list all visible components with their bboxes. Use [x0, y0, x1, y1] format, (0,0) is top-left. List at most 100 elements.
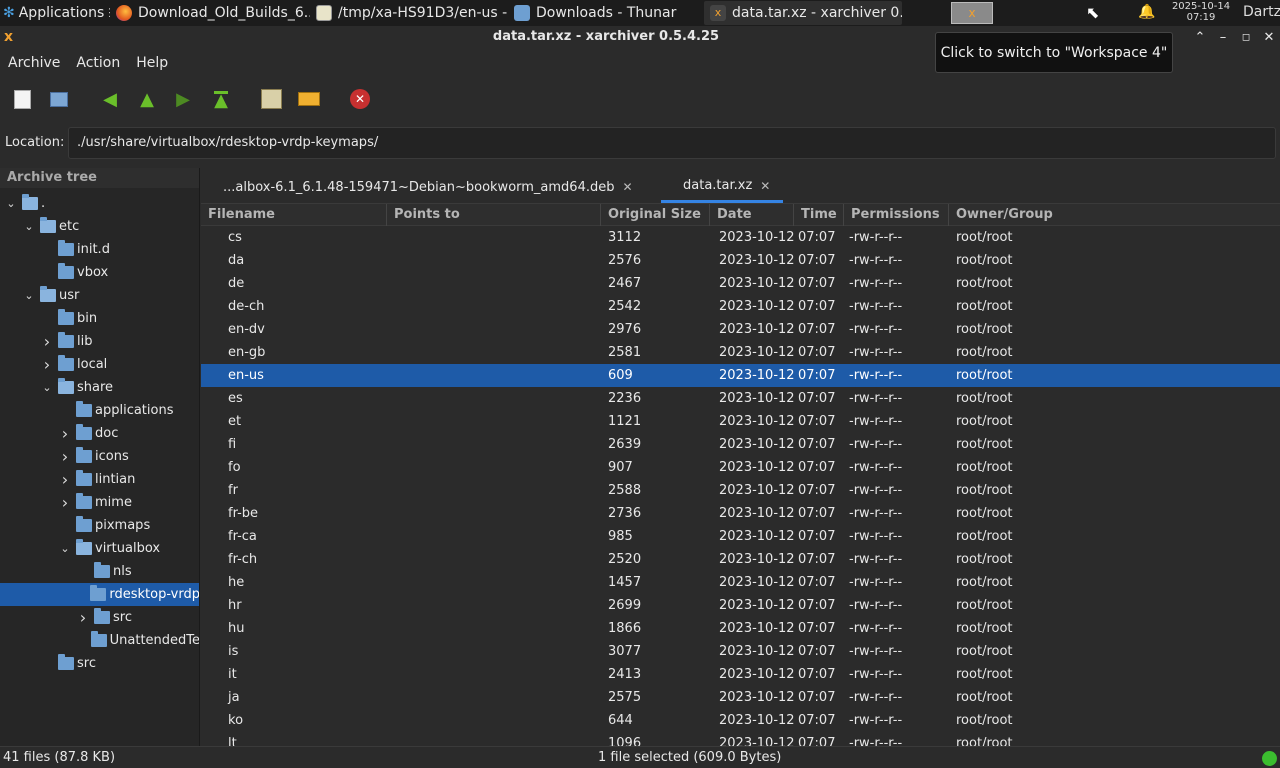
table-row[interactable]: hu 1866 2023-10-12 07:07 -rw-r--r-- root/root: [201, 617, 1280, 640]
cell-permissions: -rw-r--r--: [849, 644, 903, 659]
chevron-down-icon[interactable]: ⌄: [58, 542, 72, 555]
chevron-right-icon[interactable]: ›: [58, 470, 72, 489]
cell-filename: es: [228, 391, 243, 406]
tree-node[interactable]: › src: [0, 606, 199, 629]
table-row[interactable]: fr-ch 2520 2023-10-12 07:07 -rw-r--r-- root/r…: [201, 548, 1280, 571]
task-thunar[interactable]: Downloads - Thunar: [508, 1, 704, 25]
add-files-button[interactable]: [259, 88, 283, 110]
chevron-down-icon[interactable]: ⌄: [40, 381, 54, 394]
open-archive-button[interactable]: [47, 88, 71, 110]
col-points-to[interactable]: Points to: [387, 204, 601, 226]
chevron-right-icon[interactable]: ›: [58, 424, 72, 443]
task-xarchiver[interactable]: x data.tar.xz - xarchiver 0...: [704, 1, 902, 25]
notification-bell-icon[interactable]: 🔔: [1138, 4, 1155, 20]
chevron-right-icon[interactable]: ›: [76, 608, 90, 627]
menu-archive[interactable]: Archive: [0, 55, 68, 71]
table-row[interactable]: cs 3112 2023-10-12 07:07 -rw-r--r-- root/root: [201, 226, 1280, 249]
tree-node[interactable]: ⌄ usr: [0, 284, 199, 307]
task-text-editor[interactable]: /tmp/xa-HS91D3/en-us -...: [310, 1, 508, 25]
tree-node[interactable]: nls: [0, 560, 199, 583]
tree-node[interactable]: › lintian: [0, 468, 199, 491]
tree-node[interactable]: ⌄ share: [0, 376, 199, 399]
table-row[interactable]: en-gb 2581 2023-10-12 07:07 -rw-r--r-- root/r…: [201, 341, 1280, 364]
extract-button[interactable]: [297, 88, 321, 110]
col-date[interactable]: Date: [710, 204, 794, 226]
table-row[interactable]: de 2467 2023-10-12 07:07 -rw-r--r-- root/root: [201, 272, 1280, 295]
table-row[interactable]: ja 2575 2023-10-12 07:07 -rw-r--r-- root/root: [201, 686, 1280, 709]
tree-node[interactable]: bin: [0, 307, 199, 330]
tree-node[interactable]: ⌄ etc: [0, 215, 199, 238]
col-owner-group[interactable]: Owner/Group: [949, 204, 1280, 226]
tree-node[interactable]: src: [0, 652, 199, 675]
tree-node[interactable]: › icons: [0, 445, 199, 468]
cell-owner-group: root/root: [956, 575, 1013, 590]
chevron-down-icon[interactable]: ⌄: [4, 197, 18, 210]
col-filename[interactable]: Filename: [201, 204, 387, 226]
location-field[interactable]: ./usr/share/virtualbox/rdesktop-vrdp-key…: [68, 127, 1276, 159]
applications-menu[interactable]: ✻ Applications ☰: [0, 0, 110, 26]
clock[interactable]: 2025-10-14 07:19: [1168, 1, 1234, 23]
table-row[interactable]: da 2576 2023-10-12 07:07 -rw-r--r-- root/root: [201, 249, 1280, 272]
close-window-icon[interactable]: ✕: [1260, 29, 1278, 47]
tree-node-label: usr: [59, 288, 80, 303]
col-permissions[interactable]: Permissions: [844, 204, 949, 226]
table-row[interactable]: fr-ca 985 2023-10-12 07:07 -rw-r--r-- root/ro…: [201, 525, 1280, 548]
table-row[interactable]: de-ch 2542 2023-10-12 07:07 -rw-r--r-- root/r…: [201, 295, 1280, 318]
tree-node[interactable]: › mime: [0, 491, 199, 514]
chevron-right-icon[interactable]: ›: [40, 332, 54, 351]
tab-data-tar-xz[interactable]: data.tar.xz ✕: [661, 171, 783, 203]
new-archive-button[interactable]: [10, 88, 34, 110]
table-row[interactable]: fr-be 2736 2023-10-12 07:07 -rw-r--r-- root/r…: [201, 502, 1280, 525]
tree-node[interactable]: › doc: [0, 422, 199, 445]
table-row[interactable]: es 2236 2023-10-12 07:07 -rw-r--r-- root/root: [201, 387, 1280, 410]
table-row[interactable]: en-us 609 2023-10-12 07:07 -rw-r--r-- root/ro…: [201, 364, 1280, 387]
chevron-down-icon[interactable]: ⌄: [22, 220, 36, 233]
tab-deb-archive[interactable]: ...albox-6.1_6.1.48-159471~Debian~bookwo…: [201, 171, 661, 203]
workspace-4-button[interactable]: x: [951, 2, 993, 24]
table-row[interactable]: lt 1096 2023-10-12 07:07 -rw-r--r-- root/root: [201, 732, 1280, 746]
menu-help[interactable]: Help: [128, 55, 176, 71]
menu-action[interactable]: Action: [68, 55, 128, 71]
home-button[interactable]: ▲: [209, 88, 233, 110]
col-time[interactable]: Time: [794, 204, 844, 226]
tree-node[interactable]: applications: [0, 399, 199, 422]
tree-node[interactable]: rdesktop-vrdp: [0, 583, 199, 606]
table-row[interactable]: is 3077 2023-10-12 07:07 -rw-r--r-- root/root: [201, 640, 1280, 663]
chevron-down-icon[interactable]: ⌄: [22, 289, 36, 302]
forward-button[interactable]: ▶: [171, 88, 195, 110]
task-firefox[interactable]: Download_Old_Builds_6...: [110, 1, 310, 25]
chevron-right-icon[interactable]: ›: [58, 493, 72, 512]
collapse-icon[interactable]: ⌃: [1191, 29, 1209, 47]
table-row[interactable]: ko 644 2023-10-12 07:07 -rw-r--r-- root/root: [201, 709, 1280, 732]
up-button[interactable]: ▲: [135, 88, 159, 110]
maximize-icon[interactable]: ◻: [1237, 29, 1255, 47]
table-row[interactable]: hr 2699 2023-10-12 07:07 -rw-r--r-- root/root: [201, 594, 1280, 617]
tree-node[interactable]: › local: [0, 353, 199, 376]
chevron-right-icon[interactable]: ›: [58, 447, 72, 466]
table-row[interactable]: fr 2588 2023-10-12 07:07 -rw-r--r-- root/root: [201, 479, 1280, 502]
tree-node[interactable]: pixmaps: [0, 514, 199, 537]
table-row[interactable]: it 2413 2023-10-12 07:07 -rw-r--r-- root/root: [201, 663, 1280, 686]
table-row[interactable]: en-dv 2976 2023-10-12 07:07 -rw-r--r-- root/r…: [201, 318, 1280, 341]
minimize-icon[interactable]: –: [1214, 29, 1232, 47]
back-button[interactable]: ◀: [98, 88, 122, 110]
cell-time: 07:07: [798, 414, 836, 429]
close-tab-icon[interactable]: ✕: [760, 179, 770, 193]
chevron-right-icon[interactable]: ›: [40, 355, 54, 374]
table-row[interactable]: et 1121 2023-10-12 07:07 -rw-r--r-- root/root: [201, 410, 1280, 433]
table-row[interactable]: fi 2639 2023-10-12 07:07 -rw-r--r-- root/root: [201, 433, 1280, 456]
table-row[interactable]: fo 907 2023-10-12 07:07 -rw-r--r-- root/root: [201, 456, 1280, 479]
tree-node[interactable]: ⌄ virtualbox: [0, 537, 199, 560]
tree-node[interactable]: ⌄.: [0, 192, 199, 215]
col-original-size[interactable]: Original Size: [601, 204, 710, 226]
close-tab-icon[interactable]: ✕: [622, 180, 632, 194]
tree-node[interactable]: init.d: [0, 238, 199, 261]
tree-node[interactable]: › lib: [0, 330, 199, 353]
tree-node[interactable]: UnattendedTe: [0, 629, 199, 652]
user-name[interactable]: Dartz: [1243, 4, 1280, 20]
cell-owner-group: root/root: [956, 253, 1013, 268]
tree-node[interactable]: vbox: [0, 261, 199, 284]
table-row[interactable]: he 1457 2023-10-12 07:07 -rw-r--r-- root/root: [201, 571, 1280, 594]
stop-button[interactable]: ✕: [348, 88, 372, 110]
cell-date: 2023-10-12: [719, 368, 794, 383]
